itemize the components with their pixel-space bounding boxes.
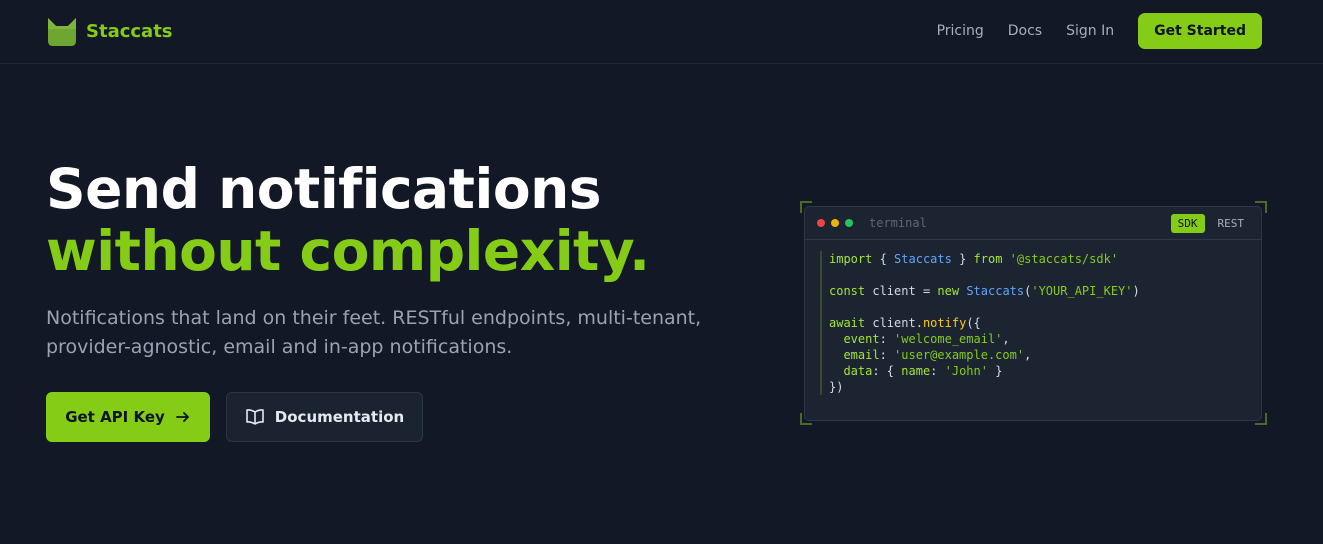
hero-title-line2: without complexity. bbox=[46, 219, 650, 283]
code-token: name bbox=[901, 364, 931, 378]
nav-pricing[interactable]: Pricing bbox=[937, 23, 984, 39]
book-open-icon bbox=[245, 409, 264, 425]
tab-rest[interactable]: REST bbox=[1211, 214, 1252, 233]
terminal-title: terminal bbox=[869, 216, 927, 230]
terminal-titlebar: terminal SDK REST bbox=[805, 207, 1261, 240]
hero-actions: Get API Key Documentation bbox=[46, 392, 423, 442]
code-token: client bbox=[872, 284, 916, 298]
close-dot-icon bbox=[817, 219, 825, 227]
code-token: Staccats bbox=[894, 252, 952, 266]
arrow-right-icon bbox=[175, 412, 189, 422]
get-started-button[interactable]: Get Started bbox=[1138, 13, 1262, 49]
code-token: event bbox=[843, 332, 880, 346]
code-token: const bbox=[829, 284, 866, 298]
hero-subtitle-line1: Notifications that land on their feet. R… bbox=[46, 307, 702, 329]
code-token: await bbox=[829, 316, 866, 330]
maximize-dot-icon bbox=[845, 219, 853, 227]
code-token: Staccats bbox=[966, 284, 1025, 298]
nav-docs[interactable]: Docs bbox=[1008, 23, 1042, 39]
code-token: 'welcome_email' bbox=[894, 332, 1003, 346]
brand-name: Staccats bbox=[86, 20, 173, 42]
code-snippet: import { Staccats } from '@staccats/sdk'… bbox=[820, 251, 1261, 395]
documentation-button[interactable]: Documentation bbox=[226, 392, 423, 442]
code-token: } bbox=[951, 252, 974, 266]
code-token: email bbox=[843, 348, 880, 362]
terminal-tabs: SDK REST bbox=[1170, 214, 1252, 233]
documentation-label: Documentation bbox=[274, 408, 405, 426]
cat-logo-icon bbox=[48, 18, 76, 46]
hero-subtitle: Notifications that land on their feet. R… bbox=[46, 304, 746, 362]
hero-subtitle-line2: provider-agnostic, email and in-app noti… bbox=[46, 336, 513, 358]
tab-sdk[interactable]: SDK bbox=[1170, 214, 1205, 233]
code-token: new bbox=[937, 284, 960, 298]
hero-title-line1: Send notifications bbox=[46, 157, 601, 221]
nav-sign-in[interactable]: Sign In bbox=[1066, 23, 1114, 39]
minimize-dot-icon bbox=[831, 219, 839, 227]
code-token: import bbox=[829, 252, 873, 266]
code-token: data bbox=[843, 364, 873, 378]
main-nav: Pricing Docs Sign In Get Started bbox=[937, 13, 1262, 49]
code-token: }) bbox=[829, 380, 844, 394]
code-token: 'John' bbox=[944, 364, 988, 378]
code-token: '@staccats/sdk' bbox=[1009, 252, 1119, 266]
get-api-key-button[interactable]: Get API Key bbox=[46, 392, 210, 442]
code-token: 'user@example.com' bbox=[894, 348, 1025, 362]
code-token: client bbox=[872, 316, 916, 330]
hero-title: Send notifications without complexity. bbox=[46, 158, 650, 282]
code-token: notify bbox=[922, 316, 967, 330]
code-token: from bbox=[973, 252, 1003, 266]
site-header: Staccats Pricing Docs Sign In Get Starte… bbox=[0, 0, 1323, 64]
logo-link[interactable]: Staccats bbox=[46, 15, 173, 47]
code-token: 'YOUR_API_KEY' bbox=[1031, 284, 1133, 298]
terminal-window: terminal SDK REST import { Staccats } fr… bbox=[804, 206, 1262, 421]
code-token: { bbox=[872, 252, 895, 266]
get-api-key-label: Get API Key bbox=[65, 408, 165, 426]
terminal-frame: terminal SDK REST import { Staccats } fr… bbox=[800, 201, 1267, 425]
code-token: = bbox=[915, 284, 938, 298]
